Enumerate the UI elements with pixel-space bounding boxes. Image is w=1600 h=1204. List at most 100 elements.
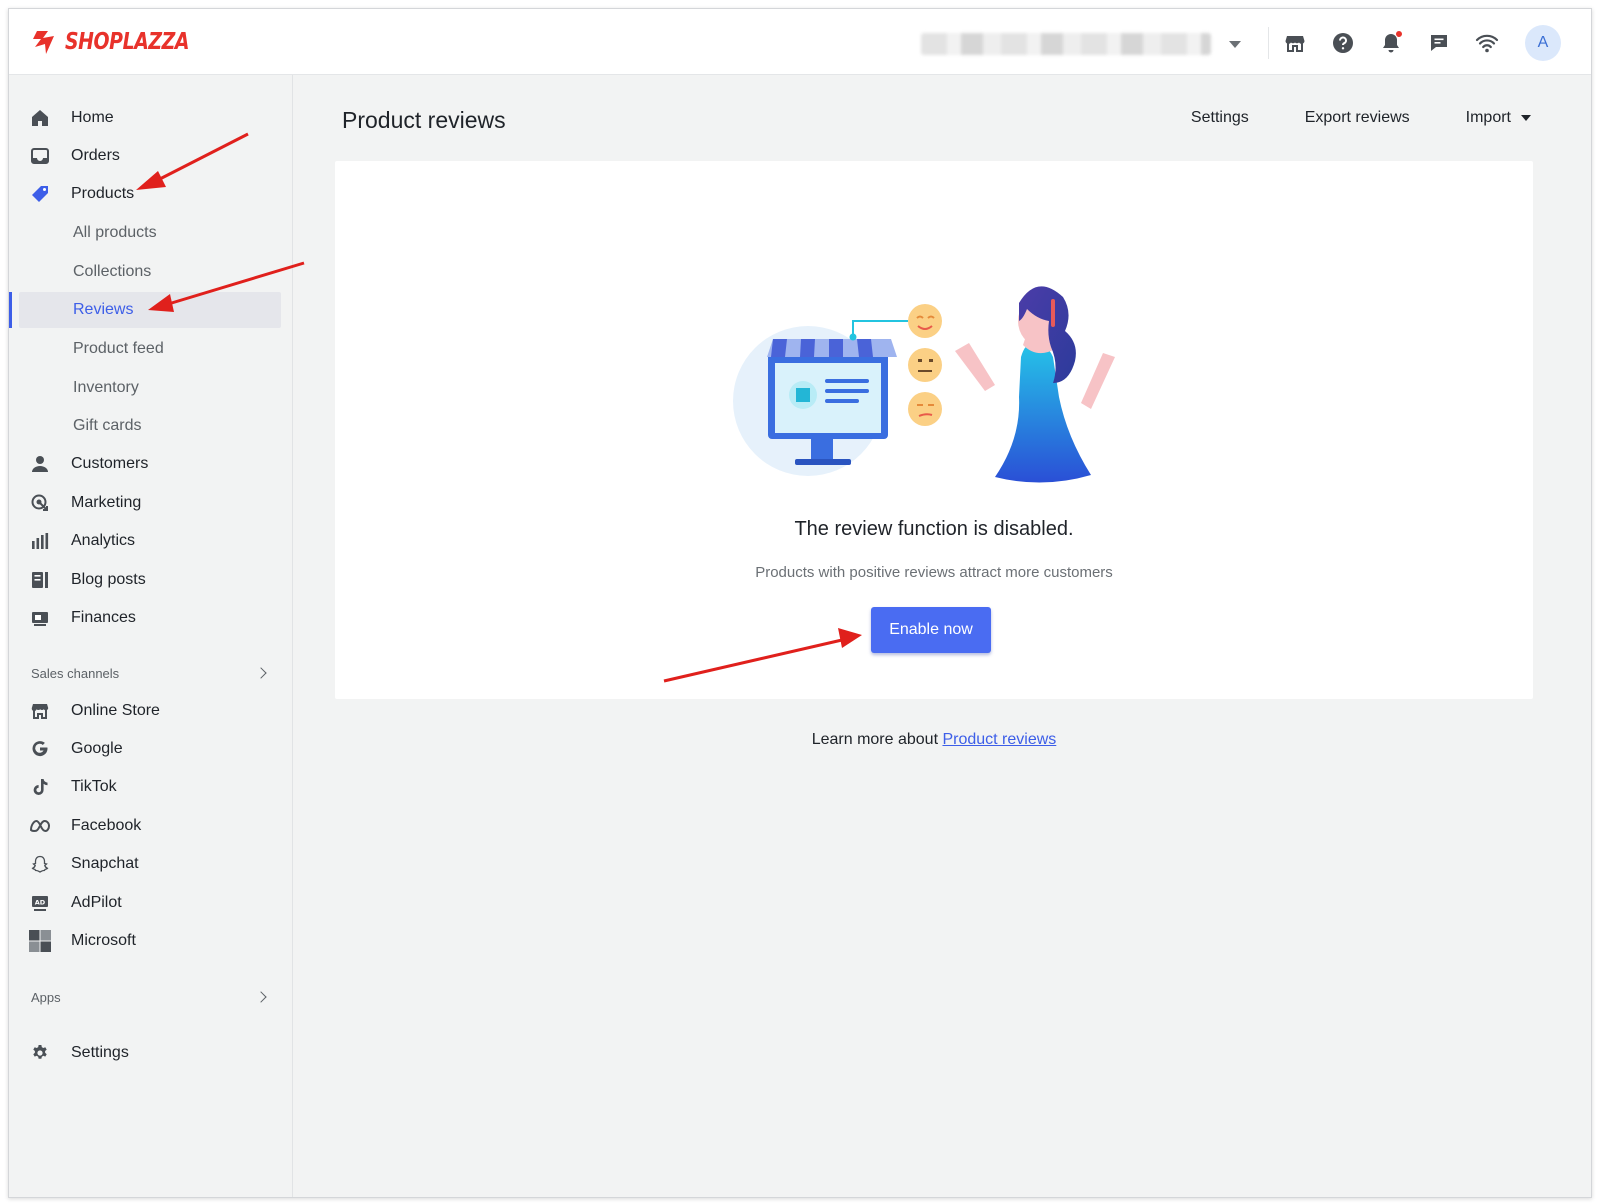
- tag-icon: [29, 183, 51, 205]
- learn-more-footer: Learn more about Product reviews: [335, 731, 1533, 749]
- svg-text:AD: AD: [35, 899, 46, 907]
- sidebar-item-label: Snapchat: [71, 855, 139, 872]
- topbar-icons: A: [1281, 25, 1561, 61]
- help-icon[interactable]: [1329, 29, 1357, 57]
- sidebar-item-label: Customers: [71, 455, 149, 472]
- chat-icon[interactable]: [1425, 29, 1453, 57]
- sidebar-item-product-feed[interactable]: Product feed: [19, 331, 281, 367]
- sidebar-item-settings[interactable]: Settings: [19, 1035, 281, 1071]
- inbox-icon: [29, 145, 51, 167]
- import-label: Import: [1465, 109, 1511, 126]
- top-bar: SHOPLAZZA A: [9, 9, 1591, 75]
- sidebar-item-label: Finances: [71, 609, 136, 626]
- sidebar-item-label: Blog posts: [71, 571, 146, 588]
- learn-more-text: Learn more about: [811, 731, 939, 748]
- export-reviews-link[interactable]: Export reviews: [1305, 109, 1410, 127]
- apps-header[interactable]: Apps: [31, 985, 271, 1009]
- sidebar-item-label: Online Store: [71, 702, 160, 719]
- sidebar-item-gift-cards[interactable]: Gift cards: [19, 408, 281, 444]
- sidebar-item-facebook[interactable]: Facebook: [19, 808, 281, 844]
- target-icon: [29, 492, 51, 514]
- sidebar-item-tiktok[interactable]: TikTok: [19, 769, 281, 805]
- ad-icon: AD: [29, 892, 51, 914]
- google-icon: [29, 738, 51, 760]
- sidebar-item-online-store[interactable]: Online Store: [19, 693, 281, 729]
- sidebar-item-products[interactable]: Products: [19, 176, 281, 212]
- storefront-icon: [29, 700, 51, 722]
- sidebar-item-label: Facebook: [71, 817, 142, 834]
- sidebar-item-orders[interactable]: Orders: [19, 138, 281, 174]
- sidebar-item-label: TikTok: [71, 778, 117, 795]
- bell-icon[interactable]: [1377, 29, 1405, 57]
- topbar-divider: [1268, 27, 1269, 59]
- app-window: SHOPLAZZA A Home Orders Products All pro…: [8, 8, 1592, 1198]
- chevron-down-icon: [1229, 40, 1241, 48]
- settings-link[interactable]: Settings: [1191, 109, 1249, 127]
- reviews-illustration: [733, 286, 1115, 483]
- sidebar-item-label: Product feed: [73, 340, 164, 357]
- sidebar-item-microsoft[interactable]: Microsoft: [19, 923, 281, 959]
- sidebar-item-label: Collections: [73, 263, 152, 280]
- sidebar-item-snapchat[interactable]: Snapchat: [19, 846, 281, 882]
- finance-icon: [29, 607, 51, 629]
- active-indicator: [9, 292, 12, 328]
- bar-chart-icon: [29, 530, 51, 552]
- microsoft-icon: [29, 930, 51, 952]
- home-icon: [29, 107, 51, 129]
- sidebar-item-finances[interactable]: Finances: [19, 600, 281, 636]
- wifi-icon[interactable]: [1473, 29, 1501, 57]
- sidebar-item-reviews[interactable]: Reviews: [19, 292, 281, 328]
- sidebar-item-label: Reviews: [73, 301, 134, 318]
- meta-icon: [29, 815, 51, 837]
- sidebar-item-label: Microsoft: [71, 932, 136, 949]
- empty-state-card: The review function is disabled. Product…: [335, 161, 1533, 699]
- sidebar-item-inventory[interactable]: Inventory: [19, 370, 281, 406]
- sidebar-item-label: Orders: [71, 147, 120, 164]
- person-icon: [29, 453, 51, 475]
- sidebar-item-label: Settings: [71, 1044, 129, 1061]
- sidebar-item-marketing[interactable]: Marketing: [19, 485, 281, 521]
- page-actions: Settings Export reviews Import: [1191, 109, 1531, 127]
- store-name-blurred: [921, 33, 1211, 55]
- sidebar-item-label: Marketing: [71, 494, 142, 511]
- sidebar-item-analytics[interactable]: Analytics: [19, 523, 281, 559]
- empty-state-title: The review function is disabled.: [794, 518, 1074, 540]
- brand-name: SHOPLAZZA: [65, 29, 190, 55]
- sidebar-item-google[interactable]: Google: [19, 731, 281, 767]
- section-heading: Apps: [31, 989, 61, 1005]
- sidebar-item-label: Home: [71, 109, 114, 126]
- sales-channels-header[interactable]: Sales channels: [31, 661, 271, 685]
- sidebar-nav: Home Orders Products All products Collec…: [9, 75, 293, 1197]
- page-title: Product reviews: [342, 107, 506, 133]
- sidebar-item-label: Products: [71, 185, 135, 202]
- sidebar-item-all-products[interactable]: All products: [19, 215, 281, 251]
- caret-down-icon: [1521, 115, 1531, 121]
- product-reviews-link[interactable]: Product reviews: [942, 731, 1056, 748]
- sidebar-item-customers[interactable]: Customers: [19, 446, 281, 482]
- sidebar-item-label: Google: [71, 740, 123, 757]
- sidebar-item-label: Inventory: [73, 379, 139, 396]
- blog-icon: [29, 569, 51, 591]
- empty-state-subtitle: Products with positive reviews attract m…: [755, 564, 1113, 581]
- sidebar-item-label: AdPilot: [71, 894, 122, 911]
- brand-logo[interactable]: SHOPLAZZA: [31, 27, 216, 57]
- user-avatar[interactable]: A: [1525, 25, 1561, 61]
- sidebar-item-label: All products: [73, 224, 157, 241]
- store-selector[interactable]: [921, 29, 1251, 59]
- shoplazza-logo-icon: [33, 31, 54, 54]
- sidebar-item-collections[interactable]: Collections: [19, 254, 281, 290]
- sidebar-item-label: Gift cards: [73, 417, 142, 434]
- sidebar-item-home[interactable]: Home: [19, 100, 281, 136]
- enable-now-button[interactable]: Enable now: [871, 607, 991, 653]
- import-dropdown[interactable]: Import: [1466, 109, 1531, 127]
- section-heading: Sales channels: [31, 665, 120, 681]
- tiktok-icon: [29, 776, 51, 798]
- chevron-right-icon: [255, 667, 267, 679]
- chevron-right-icon: [255, 991, 267, 1003]
- sidebar-item-adpilot[interactable]: AD AdPilot: [19, 885, 281, 921]
- sidebar-item-blog-posts[interactable]: Blog posts: [19, 562, 281, 598]
- storefront-icon[interactable]: [1281, 29, 1309, 57]
- notification-dot: [1396, 31, 1402, 37]
- sidebar-item-label: Analytics: [71, 532, 136, 549]
- gear-icon: [29, 1042, 51, 1064]
